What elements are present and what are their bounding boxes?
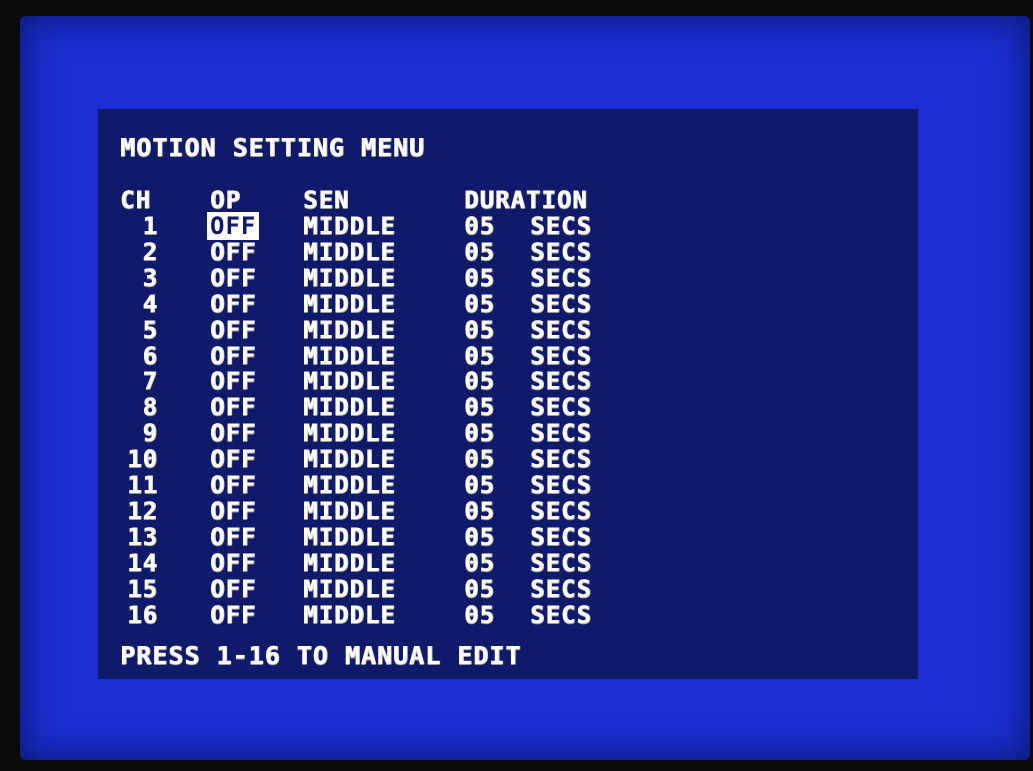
op-value[interactable]: OFF xyxy=(210,498,256,524)
osd-screen: MOTION SETTING MENU CH OP SEN DURATION 1… xyxy=(20,16,1030,760)
op-value[interactable]: OFF xyxy=(210,317,256,343)
channel-number: 7 xyxy=(142,367,158,396)
op-value-selected[interactable]: OFF xyxy=(207,212,260,240)
channel-number: 10 xyxy=(127,445,158,474)
channel-number: 9 xyxy=(142,419,158,448)
channel-number: 14 xyxy=(127,548,158,577)
duration-value[interactable]: 05 xyxy=(464,602,495,628)
sensitivity-value[interactable]: MIDDLE xyxy=(303,291,396,317)
header-ch: CH xyxy=(120,186,151,214)
duration-value[interactable]: 05 xyxy=(464,394,495,420)
sensitivity-value[interactable]: MIDDLE xyxy=(303,576,396,602)
duration-unit: SECS xyxy=(530,341,592,370)
op-value[interactable]: OFF xyxy=(210,368,256,394)
op-value[interactable]: OFF xyxy=(210,472,256,498)
sensitivity-value[interactable]: MIDDLE xyxy=(303,524,396,550)
duration-unit: SECS xyxy=(530,393,592,422)
sensitivity-value[interactable]: MIDDLE xyxy=(303,265,396,291)
duration-value[interactable]: 05 xyxy=(464,550,495,576)
channel-number: 13 xyxy=(127,522,158,551)
sensitivity-value[interactable]: MIDDLE xyxy=(303,239,396,265)
sensitivity-value[interactable]: MIDDLE xyxy=(303,343,396,369)
channel-number: 3 xyxy=(142,263,158,292)
duration-value[interactable]: 05 xyxy=(464,368,495,394)
channel-number: 16 xyxy=(127,600,158,629)
op-value[interactable]: OFF xyxy=(210,265,256,291)
duration-unit: SECS xyxy=(530,237,592,266)
duration-value[interactable]: 05 xyxy=(464,343,495,369)
duration-unit: SECS xyxy=(530,263,592,292)
duration-unit: SECS xyxy=(530,496,592,525)
op-value[interactable]: OFF xyxy=(210,343,256,369)
duration-unit: SECS xyxy=(530,471,592,499)
duration-value[interactable]: 05 xyxy=(464,472,495,498)
sensitivity-value[interactable]: MIDDLE xyxy=(303,213,396,239)
duration-value[interactable]: 05 xyxy=(464,498,495,524)
header-duration: DURATION xyxy=(464,186,588,214)
duration-value[interactable]: 05 xyxy=(464,446,495,472)
duration-unit: SECS xyxy=(530,315,592,344)
duration-unit: SECS xyxy=(530,522,592,551)
duration-unit: SECS xyxy=(530,600,592,629)
duration-unit: SECS xyxy=(530,445,592,474)
op-value[interactable]: OFF xyxy=(210,446,256,472)
op-value[interactable]: OFF xyxy=(210,550,256,576)
sensitivity-value[interactable]: MIDDLE xyxy=(303,446,396,472)
channel-number: 12 xyxy=(127,496,158,525)
sensitivity-value[interactable]: MIDDLE xyxy=(303,472,396,498)
channel-number: 2 xyxy=(142,237,158,266)
menu-title: MOTION SETTING MENU xyxy=(120,133,425,162)
duration-value[interactable]: 05 xyxy=(464,265,495,291)
channel-number: 6 xyxy=(142,341,158,370)
op-value[interactable]: OFF xyxy=(210,420,256,446)
duration-unit: SECS xyxy=(530,548,592,577)
duration-value[interactable]: 05 xyxy=(464,576,495,602)
channel-number: 4 xyxy=(142,289,158,318)
sensitivity-value[interactable]: MIDDLE xyxy=(303,368,396,394)
op-value[interactable]: OFF xyxy=(210,239,256,265)
op-value[interactable]: OFF xyxy=(210,524,256,550)
duration-value[interactable]: 05 xyxy=(464,213,495,239)
duration-unit: SECS xyxy=(530,212,592,240)
channel-number: 1 xyxy=(142,212,158,240)
duration-value[interactable]: 05 xyxy=(464,291,495,317)
channel-number: 8 xyxy=(142,393,158,422)
duration-unit: SECS xyxy=(530,574,592,603)
sensitivity-value[interactable]: MIDDLE xyxy=(303,420,396,446)
duration-unit: SECS xyxy=(530,289,592,318)
duration-value[interactable]: 05 xyxy=(464,524,495,550)
motion-setting-menu: MOTION SETTING MENU CH OP SEN DURATION 1… xyxy=(98,109,918,679)
sensitivity-value[interactable]: MIDDLE xyxy=(303,498,396,524)
sensitivity-value[interactable]: MIDDLE xyxy=(303,317,396,343)
op-value[interactable]: OFF xyxy=(210,576,256,602)
op-value[interactable]: OFF xyxy=(210,602,256,628)
op-value[interactable]: OFF xyxy=(210,394,256,420)
sensitivity-value[interactable]: MIDDLE xyxy=(303,602,396,628)
duration-unit: SECS xyxy=(530,419,592,448)
duration-value[interactable]: 05 xyxy=(464,317,495,343)
channel-number: 5 xyxy=(142,315,158,344)
header-sen: SEN xyxy=(303,186,350,214)
channel-number: 15 xyxy=(127,574,158,603)
sensitivity-value[interactable]: MIDDLE xyxy=(303,550,396,576)
op-value[interactable]: OFF xyxy=(210,291,256,317)
channel-number: 11 xyxy=(127,471,158,499)
sensitivity-value[interactable]: MIDDLE xyxy=(303,394,396,420)
header-op: OP xyxy=(210,186,241,214)
duration-value[interactable]: 05 xyxy=(464,239,495,265)
op-value[interactable]: OFF xyxy=(207,212,260,240)
duration-unit: SECS xyxy=(530,367,592,396)
duration-value[interactable]: 05 xyxy=(464,420,495,446)
footer-instruction: PRESS 1-16 TO MANUAL EDIT xyxy=(120,641,522,670)
monitor-frame: MOTION SETTING MENU CH OP SEN DURATION 1… xyxy=(0,0,1033,771)
